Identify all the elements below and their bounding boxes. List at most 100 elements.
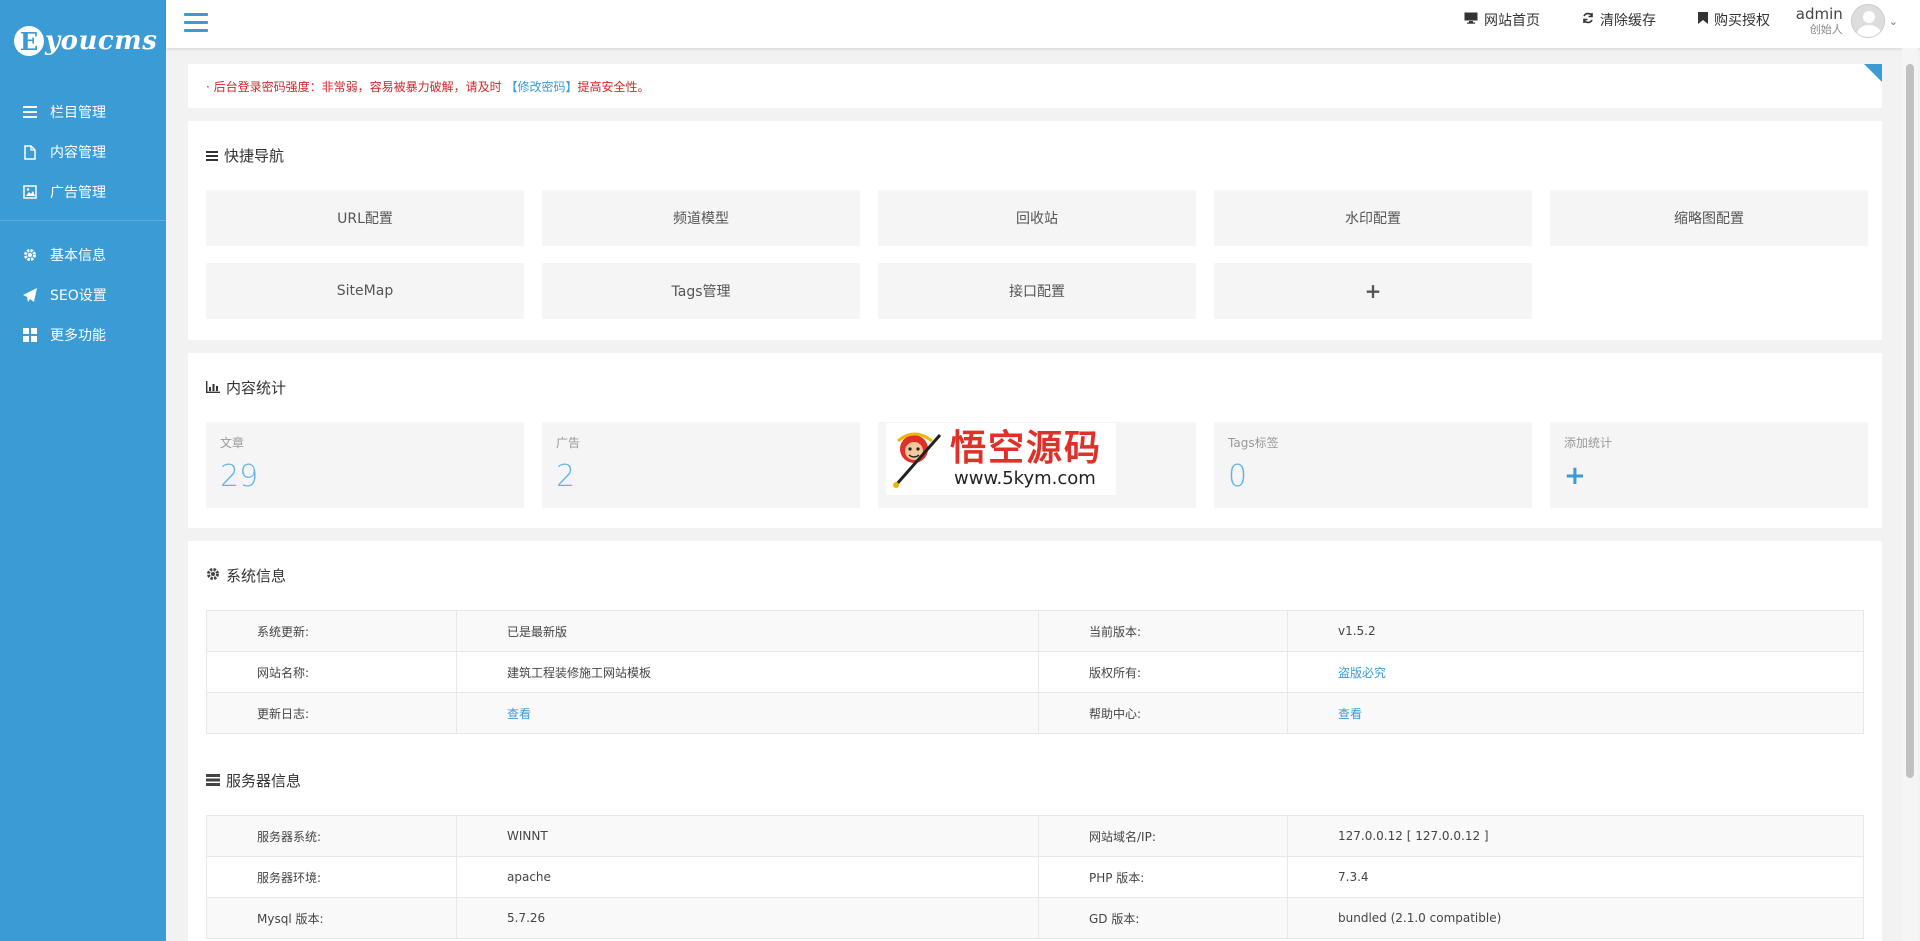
copyright-link[interactable]: 盗版必究: [1338, 666, 1386, 680]
section-title: 内容统计: [206, 377, 1864, 398]
sidebar-item-label: SEO设置: [50, 288, 107, 304]
info-key: PHP 版本:: [1038, 856, 1288, 898]
sidebar-item-more[interactable]: 更多功能: [0, 315, 166, 355]
top-header: 网站首页 清除缓存 购买授权 admin 创始人 ⌄: [166, 0, 1920, 48]
stat-card[interactable]: 文章 29: [206, 422, 524, 508]
site-home-link[interactable]: 网站首页: [1464, 10, 1540, 30]
sidebar-item-label: 更多功能: [50, 328, 106, 344]
section-title: 快捷导航: [206, 145, 1864, 166]
info-value: 5.7.26: [456, 897, 1039, 939]
stat-label: 添加统计: [1564, 436, 1613, 450]
sidebar-item-label: 广告管理: [50, 185, 106, 201]
stat-value: 29: [220, 459, 259, 494]
top-link-label: 购买授权: [1714, 13, 1770, 29]
info-key: 系统更新:: [206, 610, 457, 652]
sidebar-item-label: 栏目管理: [50, 105, 106, 121]
server-info-title: 服务器信息: [226, 772, 302, 790]
top-link-label: 网站首页: [1484, 13, 1540, 29]
user-text: admin 创始人: [1796, 5, 1843, 37]
quick-nav-item[interactable]: 回收站: [878, 190, 1196, 246]
sidebar: E youcms 栏目管理 内容管理 广告管理 基本信息 SEO设置 更多功能: [0, 0, 166, 941]
nav-group-content: 栏目管理 内容管理 广告管理: [0, 82, 166, 216]
scrollbar-thumb[interactable]: [1906, 64, 1914, 778]
vertical-scrollbar[interactable]: [1902, 48, 1918, 941]
stat-label: 广告: [556, 436, 581, 450]
logo[interactable]: E youcms: [0, 0, 166, 82]
quick-nav-item[interactable]: 接口配置: [878, 263, 1196, 319]
watermark-overlay: 悟空源码 www.5kym.com: [886, 423, 1116, 495]
clear-cache-link[interactable]: 清除缓存: [1582, 10, 1656, 30]
system-info-section: 系统信息 系统更新: 已是最新版 当前版本: v1.5.2 网站名称: 建筑工程…: [188, 541, 1882, 941]
info-key: 网站域名/IP:: [1038, 815, 1288, 857]
refresh-icon: [1582, 12, 1594, 28]
watermark-url: www.5kym.com: [954, 468, 1096, 489]
info-key: 网站名称:: [206, 651, 457, 693]
quick-nav-item[interactable]: 水印配置: [1214, 190, 1532, 246]
info-value: bundled (2.1.0 compatible): [1287, 897, 1864, 939]
quick-nav-item[interactable]: 缩略图配置: [1550, 190, 1868, 246]
logo-mark: E: [14, 26, 44, 56]
table-row: 系统更新: 已是最新版 当前版本: v1.5.2: [206, 610, 1864, 652]
sidebar-item-ads[interactable]: 广告管理: [0, 172, 166, 212]
user-menu[interactable]: admin 创始人 ⌄: [1796, 4, 1898, 38]
quick-nav-item[interactable]: URL配置: [206, 190, 524, 246]
quick-nav-title: 快捷导航: [224, 147, 285, 165]
monkey-logo-icon: [890, 427, 948, 491]
section-title: 服务器信息: [206, 770, 1864, 791]
info-value: WINNT: [456, 815, 1039, 857]
stat-card[interactable]: Tags标签 0: [1214, 422, 1532, 508]
quick-nav-item[interactable]: 频道模型: [542, 190, 860, 246]
user-role: 创始人: [1809, 23, 1843, 36]
image-icon: [22, 184, 38, 200]
add-quick-nav-button[interactable]: +: [1214, 263, 1532, 319]
quick-nav-item[interactable]: Tags管理: [542, 263, 860, 319]
buy-license-link[interactable]: 购买授权: [1698, 10, 1770, 30]
info-key: 版权所有:: [1038, 651, 1288, 693]
table-row: 服务器系统: WINNT 网站域名/IP: 127.0.0.12 [ 127.0…: [206, 815, 1864, 857]
sidebar-item-seo[interactable]: SEO设置: [0, 275, 166, 315]
menu-toggle-icon[interactable]: [184, 13, 208, 33]
alert-suffix: 提高安全性。: [577, 79, 650, 94]
help-center-link[interactable]: 查看: [1338, 707, 1362, 721]
stat-value: 2: [556, 459, 576, 494]
table-row: 服务器环境: apache PHP 版本: 7.3.4: [206, 856, 1864, 898]
info-value: 盗版必究: [1287, 651, 1864, 693]
info-key: 服务器环境:: [206, 856, 457, 898]
stats-section: 内容统计 文章 29 广告 2 Tags标签 0 添加统计 + 悟空源码 www…: [188, 353, 1882, 528]
monitor-icon: [1464, 12, 1478, 28]
info-value: 查看: [1287, 692, 1864, 734]
change-password-link[interactable]: 【修改密码】: [505, 80, 577, 94]
system-info-table: 系统更新: 已是最新版 当前版本: v1.5.2 网站名称: 建筑工程装修施工网…: [206, 610, 1864, 734]
changelog-link[interactable]: 查看: [507, 707, 531, 721]
info-value: 已是最新版: [456, 610, 1039, 652]
info-value: 建筑工程装修施工网站模板: [456, 651, 1039, 693]
stats-title: 内容统计: [226, 379, 287, 397]
gear-icon: [206, 567, 220, 585]
sidebar-item-label: 基本信息: [50, 248, 106, 264]
sidebar-item-label: 内容管理: [50, 145, 106, 161]
paper-plane-icon: [22, 287, 38, 303]
sidebar-item-content[interactable]: 内容管理: [0, 132, 166, 172]
top-links: 网站首页 清除缓存 购买授权: [1464, 0, 1770, 40]
watermark-text: 悟空源码 www.5kym.com: [950, 428, 1102, 490]
logo-text: youcms: [45, 26, 158, 56]
avatar[interactable]: [1850, 4, 1885, 38]
stat-card[interactable]: 广告 2: [542, 422, 860, 508]
server-info-table: 服务器系统: WINNT 网站域名/IP: 127.0.0.12 [ 127.0…: [206, 815, 1864, 939]
sidebar-item-columns[interactable]: 栏目管理: [0, 92, 166, 132]
info-value: v1.5.2: [1287, 610, 1864, 652]
info-key: 更新日志:: [206, 692, 457, 734]
stat-label: Tags标签: [1228, 436, 1279, 450]
stat-label: 文章: [220, 436, 245, 450]
top-link-label: 清除缓存: [1600, 13, 1656, 29]
quick-nav-item[interactable]: SiteMap: [206, 263, 524, 319]
add-stat-card[interactable]: 添加统计 +: [1550, 422, 1868, 508]
table-row: Mysql 版本: 5.7.26 GD 版本: bundled (2.1.0 c…: [206, 897, 1864, 939]
info-key: 当前版本:: [1038, 610, 1288, 652]
add-stat-button[interactable]: +: [1564, 461, 1854, 491]
chevron-down-icon[interactable]: ⌄: [1889, 15, 1898, 28]
password-alert: · 后台登录密码强度：非常弱，容易被暴力破解，请及时 【修改密码】提高安全性。: [188, 64, 1882, 108]
grid-icon: [22, 327, 38, 343]
sidebar-item-basic-info[interactable]: 基本信息: [0, 235, 166, 275]
server-icon: [206, 772, 220, 790]
